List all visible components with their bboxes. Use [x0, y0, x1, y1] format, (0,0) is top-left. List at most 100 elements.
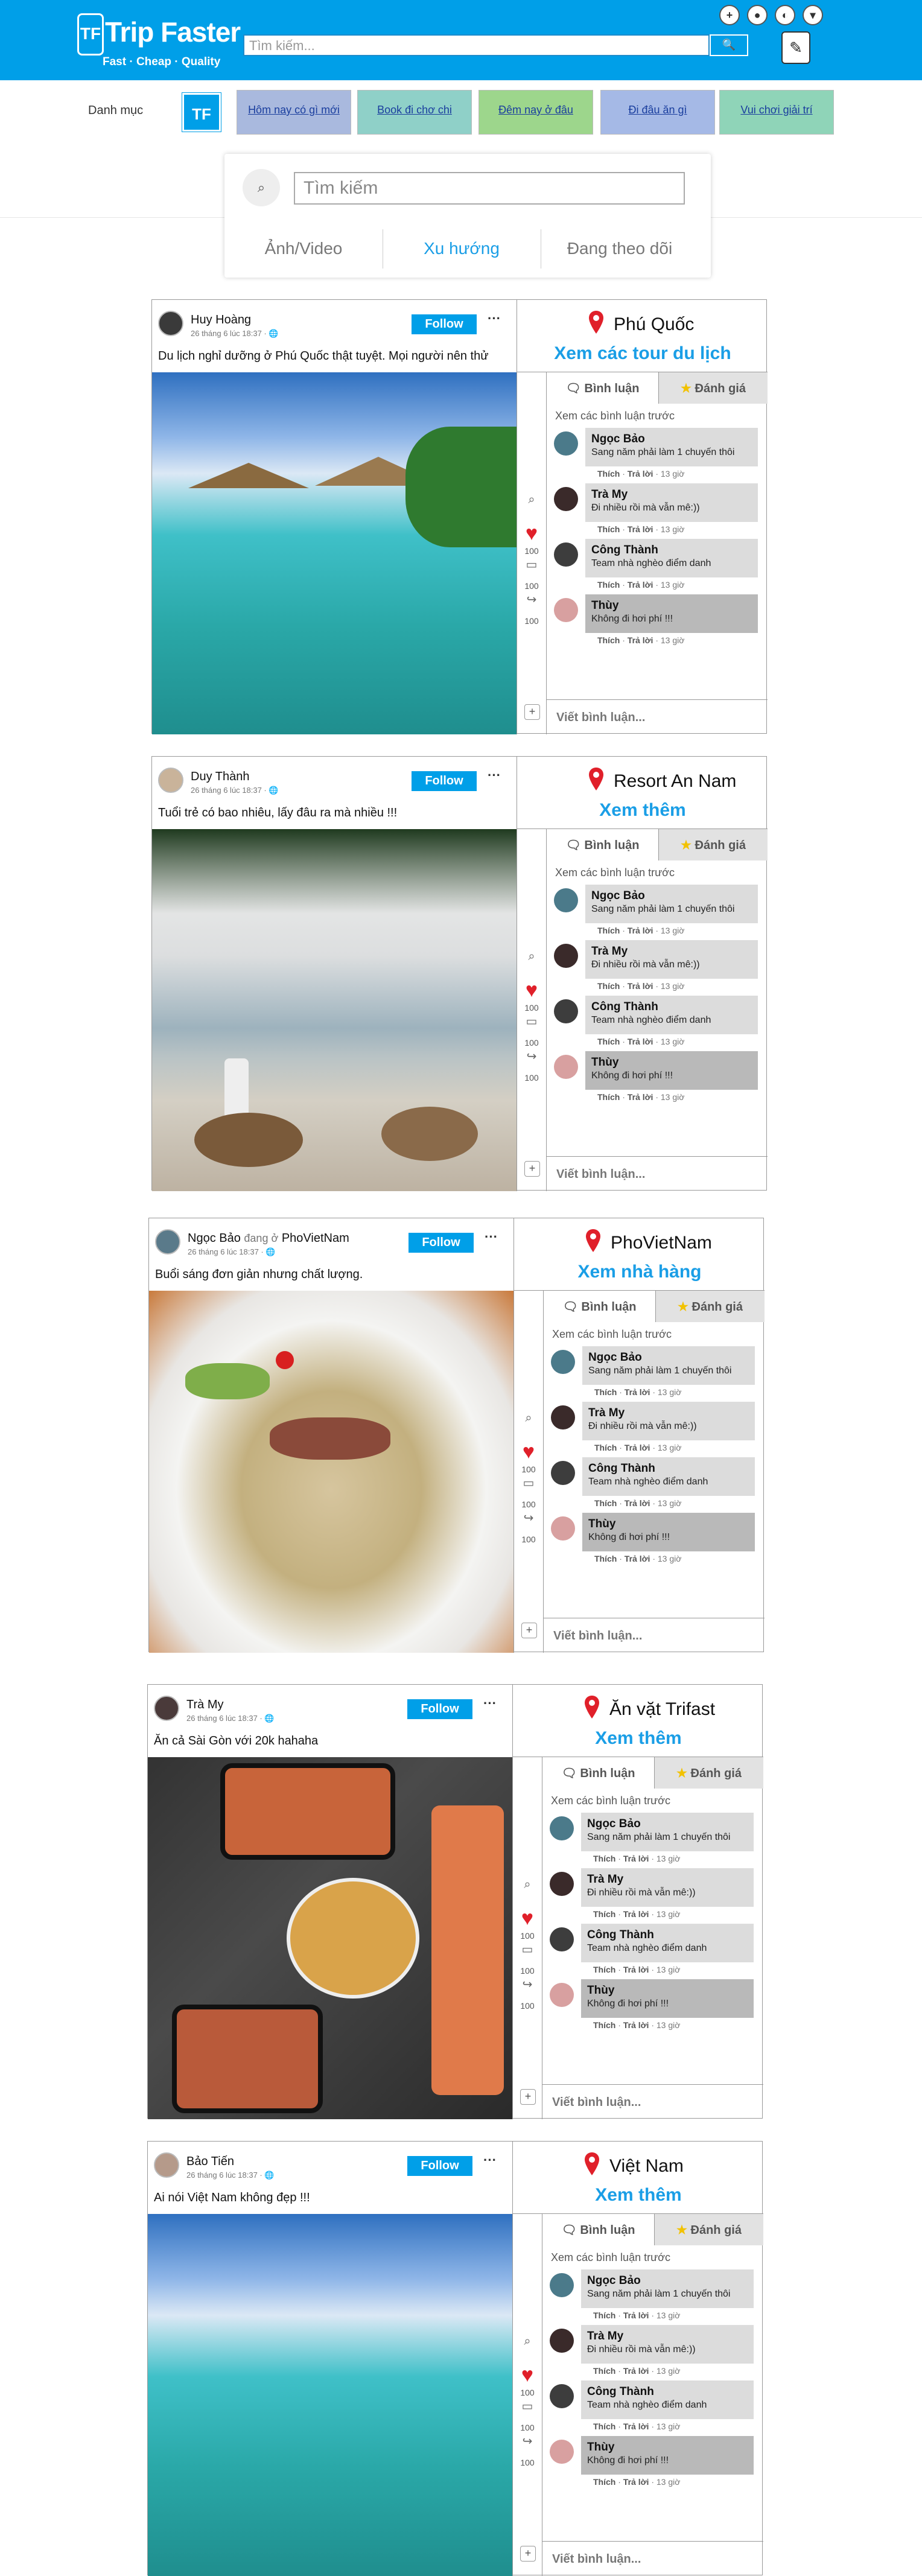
like-link[interactable]: Thích [597, 469, 620, 479]
commenter-name[interactable]: Thùy [591, 1056, 752, 1069]
reply-link[interactable]: Trả lời [623, 2310, 649, 2320]
like-link[interactable]: Thích [597, 926, 620, 935]
share-icon[interactable]: ↪ [522, 592, 541, 609]
like-link[interactable]: Thích [593, 1854, 615, 1863]
write-comment-input[interactable]: Viết bình luận... [547, 699, 768, 734]
more-options-icon[interactable]: ··· [488, 311, 501, 326]
reply-link[interactable]: Trả lời [623, 2366, 649, 2376]
commenter-name[interactable]: Ngọc Bảo [591, 889, 752, 903]
app-logo[interactable]: TF Trip Faster Fast · Cheap · Quality [77, 13, 241, 74]
follow-button[interactable]: Follow [407, 1699, 472, 1719]
add-icon[interactable]: + [524, 1161, 540, 1177]
tab-following[interactable]: Đang theo dõi [541, 229, 699, 269]
zoom-icon[interactable]: ⌕ [518, 2335, 537, 2352]
tab-rating[interactable]: ★ Đánh giá [655, 1757, 763, 1789]
share-icon[interactable]: ↪ [519, 1510, 538, 1527]
heart-icon[interactable]: ♥ [522, 979, 541, 1002]
reply-link[interactable]: Trả lời [628, 926, 653, 935]
reply-link[interactable]: Trả lời [625, 1554, 650, 1563]
share-icon[interactable]: ↪ [518, 1977, 537, 1994]
commenter-avatar[interactable] [554, 487, 578, 511]
tab-comments[interactable]: 🗨 Bình luận [547, 829, 659, 860]
like-link[interactable]: Thích [597, 524, 620, 534]
zoom-icon[interactable]: ⌕ [518, 1878, 537, 1895]
like-link[interactable]: Thích [593, 2020, 615, 2030]
reply-link[interactable]: Trả lời [623, 2477, 649, 2487]
place-name[interactable]: Việt Nam [609, 2156, 684, 2177]
search-input[interactable]: Tìm kiếm [294, 172, 685, 205]
search-icon[interactable]: ⌕ [243, 169, 280, 206]
tab-comments[interactable]: 🗨 Bình luận [542, 1757, 655, 1789]
follow-button[interactable]: Follow [412, 771, 477, 791]
avatar[interactable] [155, 1229, 180, 1255]
post-image[interactable] [152, 829, 517, 1191]
heart-icon[interactable]: ♥ [518, 1907, 537, 1930]
category-food[interactable]: Đi đâu ăn gì [600, 90, 715, 135]
commenter-name[interactable]: Trà My [591, 945, 752, 958]
reply-link[interactable]: Trả lời [625, 1443, 650, 1452]
reply-link[interactable]: Trả lời [628, 580, 653, 590]
share-icon[interactable]: ↪ [518, 2434, 537, 2450]
commenter-avatar[interactable] [551, 1350, 575, 1374]
commenter-name[interactable]: Trà My [588, 1407, 749, 1420]
place-name[interactable]: Ăn vặt Trifast [609, 1699, 715, 1720]
commenter-avatar[interactable] [554, 944, 578, 968]
post-image[interactable] [149, 1291, 513, 1653]
commenter-avatar[interactable] [554, 999, 578, 1023]
commenter-avatar[interactable] [551, 1516, 575, 1541]
post-author[interactable]: Ngọc Bảo đang ở PhoVietNam [188, 1232, 349, 1245]
reply-link[interactable]: Trả lời [628, 1037, 653, 1046]
avatar[interactable] [158, 311, 183, 336]
heart-icon[interactable]: ♥ [518, 2364, 537, 2387]
commenter-name[interactable]: Trà My [587, 2330, 748, 2343]
like-link[interactable]: Thích [597, 981, 620, 991]
reply-link[interactable]: Trả lời [623, 2422, 649, 2431]
heart-icon[interactable]: ♥ [519, 1440, 538, 1463]
view-previous-comments[interactable]: Xem các bình luận trước [551, 1795, 670, 1807]
commenter-avatar[interactable] [550, 1816, 574, 1840]
follow-button[interactable]: Follow [409, 1233, 474, 1253]
like-link[interactable]: Thích [597, 1092, 620, 1102]
avatar[interactable] [158, 768, 183, 793]
tab-rating[interactable]: ★ Đánh giá [655, 2214, 763, 2245]
commenter-avatar[interactable] [550, 2273, 574, 2297]
tab-rating[interactable]: ★ Đánh giá [659, 372, 768, 404]
post-image[interactable] [152, 372, 517, 734]
place-name[interactable]: Phú Quốc [614, 314, 694, 335]
comment-icon[interactable]: ▭ [522, 557, 541, 574]
place-link[interactable]: Xem nhà hàng [514, 1262, 765, 1282]
tab-trending[interactable]: Xu hướng [383, 229, 541, 269]
commenter-name[interactable]: Ngọc Bảo [587, 2274, 748, 2288]
more-options-icon[interactable]: ··· [483, 1696, 497, 1711]
zoom-icon[interactable]: ⌕ [522, 950, 541, 967]
commenter-avatar[interactable] [551, 1405, 575, 1430]
commenter-name[interactable]: Trà My [587, 1873, 748, 1886]
commenter-name[interactable]: Ngọc Bảo [588, 1351, 749, 1364]
follow-button[interactable]: Follow [407, 2156, 472, 2176]
reply-link[interactable]: Trả lời [623, 2020, 649, 2030]
view-previous-comments[interactable]: Xem các bình luận trước [551, 2251, 670, 2264]
commenter-name[interactable]: Thùy [587, 2441, 748, 2454]
commenter-name[interactable]: Công Thành [591, 544, 752, 557]
write-comment-input[interactable]: Viết bình luận... [547, 1156, 768, 1191]
more-options-icon[interactable]: ··· [488, 768, 501, 783]
bookmark-icon[interactable]: ● [747, 5, 768, 25]
edit-icon[interactable]: ✎ [781, 31, 810, 64]
like-link[interactable]: Thích [597, 1037, 620, 1046]
like-link[interactable]: Thích [594, 1443, 617, 1452]
category-logo-icon[interactable]: TF [182, 92, 221, 132]
comment-icon[interactable]: ▭ [518, 2399, 537, 2415]
commenter-name[interactable]: Công Thành [588, 1462, 749, 1475]
commenter-avatar[interactable] [550, 2384, 574, 2408]
place-link[interactable]: Xem thêm [513, 1728, 764, 1749]
like-link[interactable]: Thích [593, 1965, 615, 1974]
comment-icon[interactable]: ▭ [518, 1942, 537, 1959]
write-comment-input[interactable]: Viết bình luận... [544, 1618, 765, 1653]
comment-icon[interactable]: ▭ [519, 1475, 538, 1492]
add-icon[interactable]: + [520, 2089, 536, 2105]
tab-comments[interactable]: 🗨 Bình luận [542, 2214, 655, 2245]
place-link[interactable]: Xem thêm [513, 2185, 764, 2206]
commenter-avatar[interactable] [554, 431, 578, 456]
reply-link[interactable]: Trả lời [628, 469, 653, 479]
like-link[interactable]: Thích [597, 635, 620, 645]
